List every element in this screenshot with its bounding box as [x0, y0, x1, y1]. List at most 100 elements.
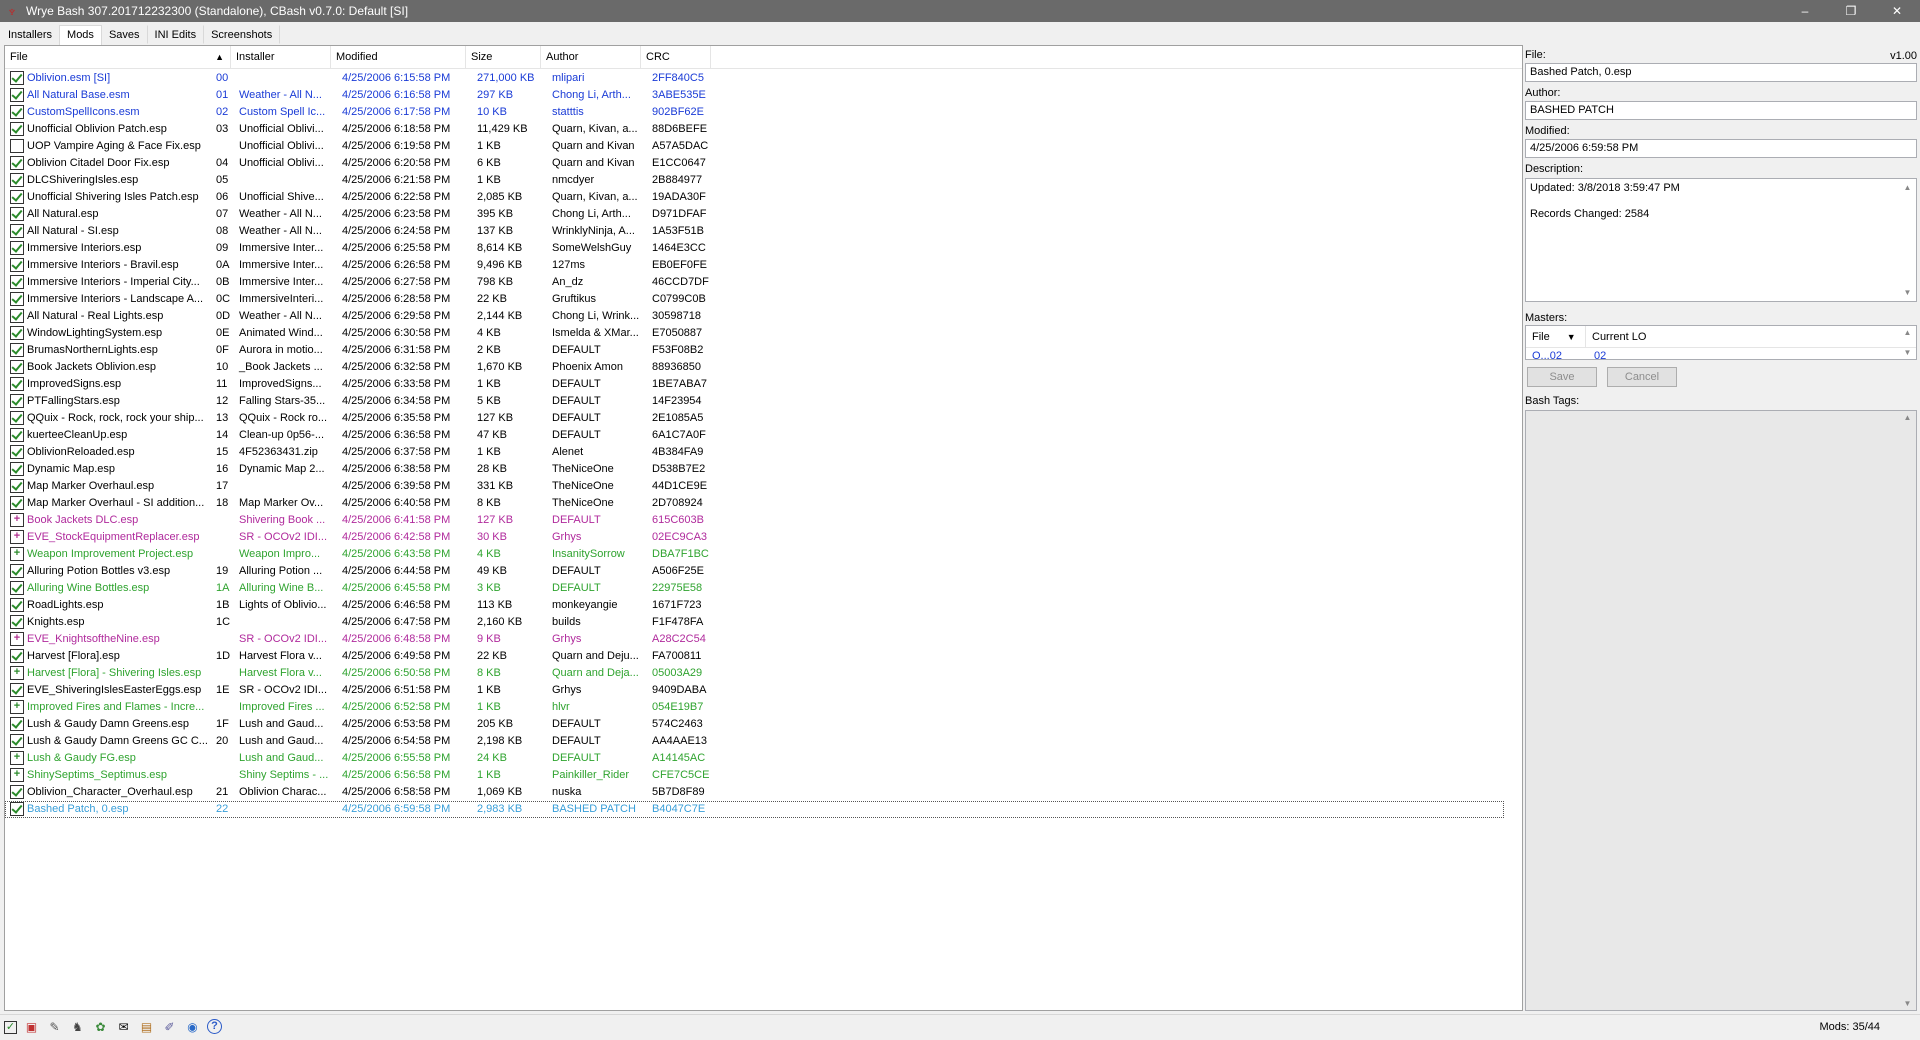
description-field[interactable]: Updated: 3/8/2018 3:59:47 PM Records Cha… [1525, 178, 1917, 302]
column-header-size[interactable]: Size [466, 46, 541, 69]
merged-checkbox[interactable]: + [10, 666, 24, 680]
mod-checkbox[interactable] [10, 598, 24, 612]
mod-row[interactable]: kuerteeCleanUp.esp 14 Clean-up 0p56-... 4/2… [5, 427, 1522, 444]
mod-checkbox[interactable] [10, 785, 24, 799]
merged-checkbox[interactable]: + [10, 530, 24, 544]
mod-checkbox[interactable] [10, 173, 24, 187]
mod-row[interactable]: Oblivion_Character_Overhaul.esp 21 Oblivio… [5, 784, 1522, 801]
mod-checkbox[interactable] [10, 462, 24, 476]
mod-row[interactable]: Map Marker Overhaul - SI addition... 18 Ma… [5, 495, 1522, 512]
mod-checkbox[interactable] [10, 190, 24, 204]
mod-checkbox[interactable] [10, 139, 24, 153]
bash-tags-box[interactable]: ▲ ▼ [1525, 410, 1917, 1011]
column-header-modified[interactable]: Modified [331, 46, 466, 69]
mod-row[interactable]: All Natural Base.esm 01 Weather - All N...… [5, 87, 1522, 104]
mod-checkbox[interactable] [10, 683, 24, 697]
mod-row[interactable]: WindowLightingSystem.esp 0E Animated Wind.… [5, 325, 1522, 342]
file-name-field[interactable]: Bashed Patch, 0.esp [1525, 63, 1917, 82]
mod-checkbox[interactable] [10, 105, 24, 119]
mod-checkbox[interactable] [10, 394, 24, 408]
mod-row[interactable]: + Lush & Gaudy FG.esp Lush and Gaud... 4/25… [5, 750, 1522, 767]
help-icon[interactable]: ? [207, 1019, 222, 1034]
edit-icon[interactable]: ✐ [161, 1019, 178, 1036]
mod-row[interactable]: OblivionReloaded.esp 15 4F52363431.zip 4/25… [5, 444, 1522, 461]
scroll-up-icon[interactable]: ▲ [1900, 328, 1915, 337]
author-field[interactable]: BASHED PATCH [1525, 101, 1917, 120]
mod-checkbox[interactable] [10, 156, 24, 170]
scroll-down-icon[interactable]: ▼ [1900, 999, 1915, 1008]
mod-row[interactable]: + Book Jackets DLC.esp Shivering Book ... 4… [5, 512, 1522, 529]
tab-ini-edits[interactable]: INI Edits [147, 25, 205, 44]
mod-row[interactable]: Map Marker Overhaul.esp 17 4/25/2006 6:39:… [5, 478, 1522, 495]
mod-row[interactable]: Immersive Interiors - Imperial City... 0B… [5, 274, 1522, 291]
maximize-button[interactable]: ❐ [1828, 0, 1874, 22]
mod-row[interactable]: Immersive Interiors.esp 09 Immersive Inter… [5, 240, 1522, 257]
mod-row[interactable]: + EVE_StockEquipmentReplacer.esp SR - OCOv… [5, 529, 1522, 546]
scroll-up-icon[interactable]: ▲ [1900, 413, 1915, 422]
mod-row[interactable]: Alluring Potion Bottles v3.esp 19 Alluring… [5, 563, 1522, 580]
mod-row[interactable]: ImprovedSigns.esp 11 ImprovedSigns... 4/25/… [5, 376, 1522, 393]
mod-checkbox[interactable] [10, 275, 24, 289]
bethesda-icon[interactable]: ◉ [184, 1019, 201, 1036]
mod-row[interactable]: Unofficial Oblivion Patch.esp 03 Unofficia… [5, 121, 1522, 138]
mod-checkbox[interactable] [10, 564, 24, 578]
mod-list[interactable]: File ▲ Installer Modified Size Author CR… [4, 45, 1523, 1011]
mod-row[interactable]: All Natural - Real Lights.esp 0D Weather -… [5, 308, 1522, 325]
wrench-icon[interactable]: ✎ [46, 1019, 63, 1036]
doc-icon[interactable]: ▤ [138, 1019, 155, 1036]
mod-checkbox[interactable] [10, 360, 24, 374]
mod-checkbox[interactable] [10, 411, 24, 425]
masters-column-file[interactable]: File ▼ [1526, 326, 1586, 347]
mod-checkbox[interactable] [10, 581, 24, 595]
column-header-crc[interactable]: CRC [641, 46, 711, 69]
merged-checkbox[interactable]: + [10, 700, 24, 714]
column-header-installer[interactable]: Installer [231, 46, 331, 69]
mod-checkbox[interactable] [10, 717, 24, 731]
mod-checkbox[interactable] [10, 88, 24, 102]
description-scrollbar[interactable]: ▲ ▼ [1900, 180, 1915, 300]
tab-installers[interactable]: Installers [0, 25, 61, 44]
mod-row[interactable]: Oblivion.esm [SI] 00 4/25/2006 6:15:58 PM 2… [5, 70, 1522, 87]
mod-row[interactable]: Immersive Interiors - Bravil.esp 0A Immers… [5, 257, 1522, 274]
mod-checkbox[interactable] [10, 802, 24, 816]
mod-row[interactable]: + Improved Fires and Flames - Incre... Imp… [5, 699, 1522, 716]
mod-row[interactable]: + ShinySeptims_Septimus.esp Shiny Septims … [5, 767, 1522, 784]
mod-row[interactable]: Unofficial Shivering Isles Patch.esp 06 Un… [5, 189, 1522, 206]
mod-checkbox[interactable] [10, 445, 24, 459]
mod-row[interactable]: Dynamic Map.esp 16 Dynamic Map 2... 4/25/20… [5, 461, 1522, 478]
mod-row[interactable]: Bashed Patch, 0.esp 22 4/25/2006 6:59:58 P… [5, 801, 1504, 818]
mod-row[interactable]: All Natural - SI.esp 08 Weather - All N...… [5, 223, 1522, 240]
mod-checkbox[interactable] [10, 224, 24, 238]
mod-row[interactable]: Lush & Gaudy Damn Greens GC C... 20 Lush a… [5, 733, 1522, 750]
mod-checkbox[interactable] [10, 428, 24, 442]
save-button[interactable]: Save [1527, 367, 1597, 387]
modified-field[interactable]: 4/25/2006 6:59:58 PM [1525, 139, 1917, 158]
mod-row[interactable]: Oblivion Citadel Door Fix.esp 04 Unofficia… [5, 155, 1522, 172]
mail-icon[interactable]: ✉ [115, 1019, 132, 1036]
mod-checkbox[interactable] [10, 71, 24, 85]
mod-row[interactable]: DLCShiveringIsles.esp 05 4/25/2006 6:21:58… [5, 172, 1522, 189]
mod-checkbox[interactable] [10, 615, 24, 629]
minimize-button[interactable]: – [1782, 0, 1828, 22]
mod-row[interactable]: PTFallingStars.esp 12 Falling Stars-35... 4… [5, 393, 1522, 410]
mod-checkbox[interactable] [10, 649, 24, 663]
masters-list[interactable]: File ▼ Current LO O...02 02 ▲ ▼ [1525, 325, 1917, 360]
mod-checkbox[interactable] [10, 479, 24, 493]
mod-row[interactable]: Book Jackets Oblivion.esp 10 _Book Jackets… [5, 359, 1522, 376]
bash-tags-scrollbar[interactable]: ▲ ▼ [1900, 412, 1915, 1009]
merged-checkbox[interactable]: + [10, 768, 24, 782]
mod-row[interactable]: Lush & Gaudy Damn Greens.esp 1F Lush and G… [5, 716, 1522, 733]
mod-row[interactable]: Immersive Interiors - Landscape A... 0C Im… [5, 291, 1522, 308]
tab-screenshots[interactable]: Screenshots [203, 25, 281, 44]
tes4lodgen-icon[interactable]: ✿ [92, 1019, 109, 1036]
cancel-button[interactable]: Cancel [1607, 367, 1677, 387]
mod-row[interactable]: + EVE_KnightsoftheNine.esp SR - OCOv2 IDI.… [5, 631, 1522, 648]
checkbox-icon[interactable]: ✓ [4, 1021, 17, 1034]
merged-checkbox[interactable]: + [10, 632, 24, 646]
mod-checkbox[interactable] [10, 122, 24, 136]
mod-row[interactable]: Knights.esp 1C 4/25/2006 6:47:58 PM 2,160 K… [5, 614, 1522, 631]
mod-row[interactable]: QQuix - Rock, rock, rock your ship... 13 Q… [5, 410, 1522, 427]
column-header-author[interactable]: Author [541, 46, 641, 69]
column-header-file[interactable]: File ▲ [5, 46, 231, 69]
mod-checkbox[interactable] [10, 326, 24, 340]
